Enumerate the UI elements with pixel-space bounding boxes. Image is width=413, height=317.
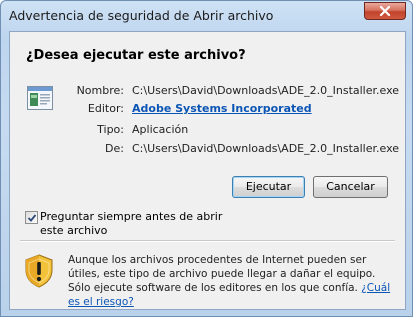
separator [20, 240, 395, 242]
checkmark-icon [27, 214, 37, 222]
close-icon [379, 5, 391, 17]
dialog-body: ¿Desea ejecutar este archivo? Nombre: C:… [9, 31, 406, 310]
from-value: C:\Users\David\Downloads\ADE_2.0_Install… [132, 142, 400, 155]
title-bar[interactable]: Advertencia de seguridad de Abrir archiv… [1, 1, 412, 31]
type-value: Aplicación [132, 123, 189, 136]
warning-message: Aunque los archivos procedentes de Inter… [68, 253, 398, 309]
always-ask-label[interactable]: Preguntar siempre antes de abrir este ar… [40, 210, 240, 238]
warning-text: Aunque los archivos procedentes de Inter… [68, 254, 376, 294]
window-title: Advertencia de seguridad de Abrir archiv… [9, 8, 274, 23]
security-warning-window: Advertencia de seguridad de Abrir archiv… [0, 0, 413, 317]
close-button[interactable] [364, 2, 406, 20]
from-label: De: [105, 142, 124, 155]
name-label: Nombre: [76, 84, 124, 97]
type-label: Tipo: [97, 123, 124, 136]
dialog-question: ¿Desea ejecutar este archivo? [26, 48, 246, 63]
always-ask-checkbox[interactable] [25, 211, 38, 224]
cancel-button[interactable]: Cancelar [313, 176, 388, 198]
publisher-label: Editor: [87, 102, 124, 115]
publisher-link[interactable]: Adobe Systems Incorporated [132, 102, 312, 115]
run-button[interactable]: Ejecutar [232, 176, 305, 198]
security-shield-warning-icon [25, 254, 53, 288]
name-value: C:\Users\David\Downloads\ADE_2.0_Install… [132, 84, 400, 97]
